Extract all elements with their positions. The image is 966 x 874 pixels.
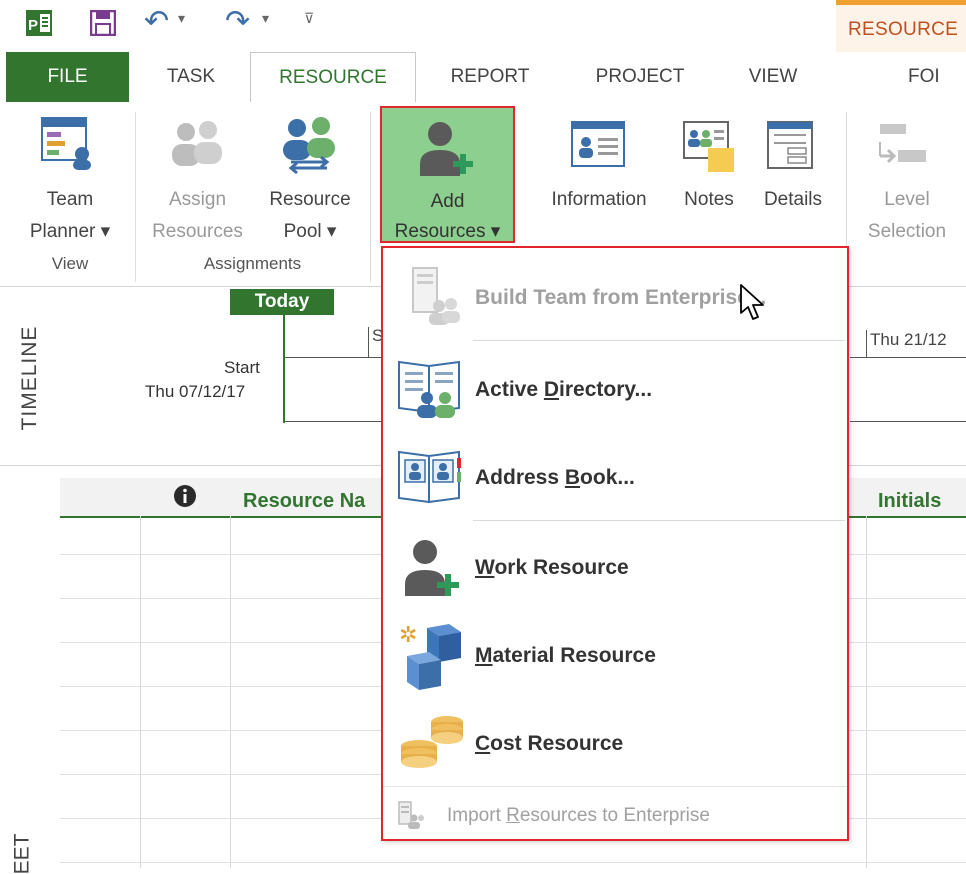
timeline-tick <box>866 330 867 357</box>
team-planner-icon <box>41 117 91 170</box>
menu-separator <box>473 520 845 521</box>
redo-dropdown-icon[interactable]: ▾ <box>262 10 269 27</box>
menu-item-cost-resource[interactable]: Cost Resource <box>383 704 847 784</box>
timeline-bar-right-bottom <box>850 421 966 422</box>
customize-qat-icon[interactable]: ⊽ <box>304 10 314 27</box>
group-separator <box>370 112 371 282</box>
menu-item-active-directory[interactable]: Active Directory... <box>383 348 847 428</box>
tab-resource[interactable]: RESOURCE <box>250 52 416 104</box>
timeline-start-label: Start <box>224 358 260 377</box>
timeline-bar-bottom <box>285 421 385 422</box>
group-separator <box>135 112 136 282</box>
menu-item-address-book[interactable]: Address Book... <box>383 438 847 518</box>
timeline-bar-right <box>850 357 966 358</box>
details-button[interactable]: Details <box>750 108 836 248</box>
add-resources-button[interactable]: Add Resources ▾ <box>380 106 515 243</box>
information-icon <box>571 121 625 167</box>
tab-task[interactable]: TASK <box>141 52 241 102</box>
material-resource-icon: ✲ <box>399 623 461 690</box>
menu-item-import-resources[interactable]: Import Resources to Enterprise <box>383 792 847 838</box>
menu-item-label: Build Team from Enterprise... <box>475 286 767 309</box>
group-label-view: View <box>51 254 89 273</box>
add-resources-menu: Build Team from Enterprise... Active Dir… <box>381 246 849 841</box>
tab-project[interactable]: PROJECT <box>575 52 705 102</box>
mouse-cursor-icon <box>740 284 764 320</box>
svg-text:✲: ✲ <box>399 623 417 648</box>
assign-resources-icon <box>172 121 222 166</box>
information-button[interactable]: Information <box>530 108 668 248</box>
undo-dropdown-icon[interactable]: ▾ <box>178 10 185 27</box>
timeline-start-date: Thu 07/12/17 <box>145 382 246 401</box>
import-resources-icon <box>398 801 424 829</box>
grid-line <box>230 516 231 868</box>
timeline-side-label: TIMELINE <box>18 325 41 431</box>
today-marker: Today <box>230 289 334 315</box>
menu-separator <box>383 786 847 787</box>
team-planner-button[interactable]: Team Planner ▾ <box>10 106 130 246</box>
resource-context-tab[interactable]: RESOURCE <box>836 0 966 52</box>
active-directory-icon <box>398 360 460 418</box>
menu-item-label: Active Directory... <box>475 378 653 401</box>
info-column-icon <box>174 485 196 507</box>
undo-icon[interactable]: ↶ <box>144 4 169 39</box>
cost-resource-icon <box>401 716 463 768</box>
timeline-date-label: Thu 21/12 <box>870 330 947 349</box>
menu-item-label: Address Book... <box>475 466 635 489</box>
tab-file[interactable]: FILE <box>6 52 129 102</box>
menu-item-work-resource[interactable]: Work Resource <box>383 528 847 608</box>
timeline-bar-top <box>285 357 385 358</box>
grid-line <box>60 862 966 863</box>
build-team-icon <box>412 267 460 325</box>
today-line <box>283 315 285 423</box>
tab-format[interactable]: FOI <box>908 52 966 102</box>
work-resource-icon <box>405 540 459 596</box>
level-selection-icon <box>879 124 926 164</box>
redo-icon[interactable]: ↷ <box>225 4 250 39</box>
menu-separator <box>473 340 845 341</box>
menu-item-label: Import Resources to Enterprise <box>447 805 710 826</box>
menu-item-build-team[interactable]: Build Team from Enterprise... <box>383 256 847 336</box>
resource-pool-button[interactable]: Resource Pool ▾ <box>255 106 365 246</box>
group-label-assignments: Assignments <box>203 254 302 273</box>
quick-access-toolbar: P ↶ ▾ ↷ ▾ ⊽ RESOURCE <box>0 0 966 52</box>
menu-item-label: Cost Resource <box>475 732 624 755</box>
project-app-icon: P <box>26 10 52 36</box>
notes-icon <box>683 121 734 172</box>
grid-line <box>866 516 867 868</box>
tab-view[interactable]: VIEW <box>725 52 821 102</box>
grid-line <box>140 516 141 868</box>
menu-item-material-resource[interactable]: ✲ Material Resource <box>383 616 847 696</box>
resource-pool-icon <box>283 117 335 174</box>
column-header-initials[interactable]: Initials <box>878 490 941 513</box>
save-icon[interactable] <box>90 10 116 36</box>
details-icon <box>767 121 813 169</box>
menu-item-label: Material Resource <box>475 644 656 667</box>
assign-resources-button[interactable]: Assign Resources <box>140 106 255 246</box>
context-tab-label: RESOURCE <box>848 19 959 40</box>
notes-button[interactable]: Notes <box>672 108 746 248</box>
address-book-icon <box>398 450 461 504</box>
add-resources-icon <box>420 122 473 176</box>
level-selection-button[interactable]: Level Selection <box>854 108 960 248</box>
svg-text:P: P <box>28 17 38 34</box>
column-header-resource-name[interactable]: Resource Na <box>243 490 365 513</box>
ribbon-tabs: FILE TASK RESOURCE REPORT PROJECT VIEW F… <box>0 52 966 104</box>
menu-item-label: Work Resource <box>475 556 629 579</box>
tab-report[interactable]: REPORT <box>430 52 550 102</box>
sheet-side-label: EET <box>10 834 34 874</box>
timeline-tick <box>368 327 369 357</box>
